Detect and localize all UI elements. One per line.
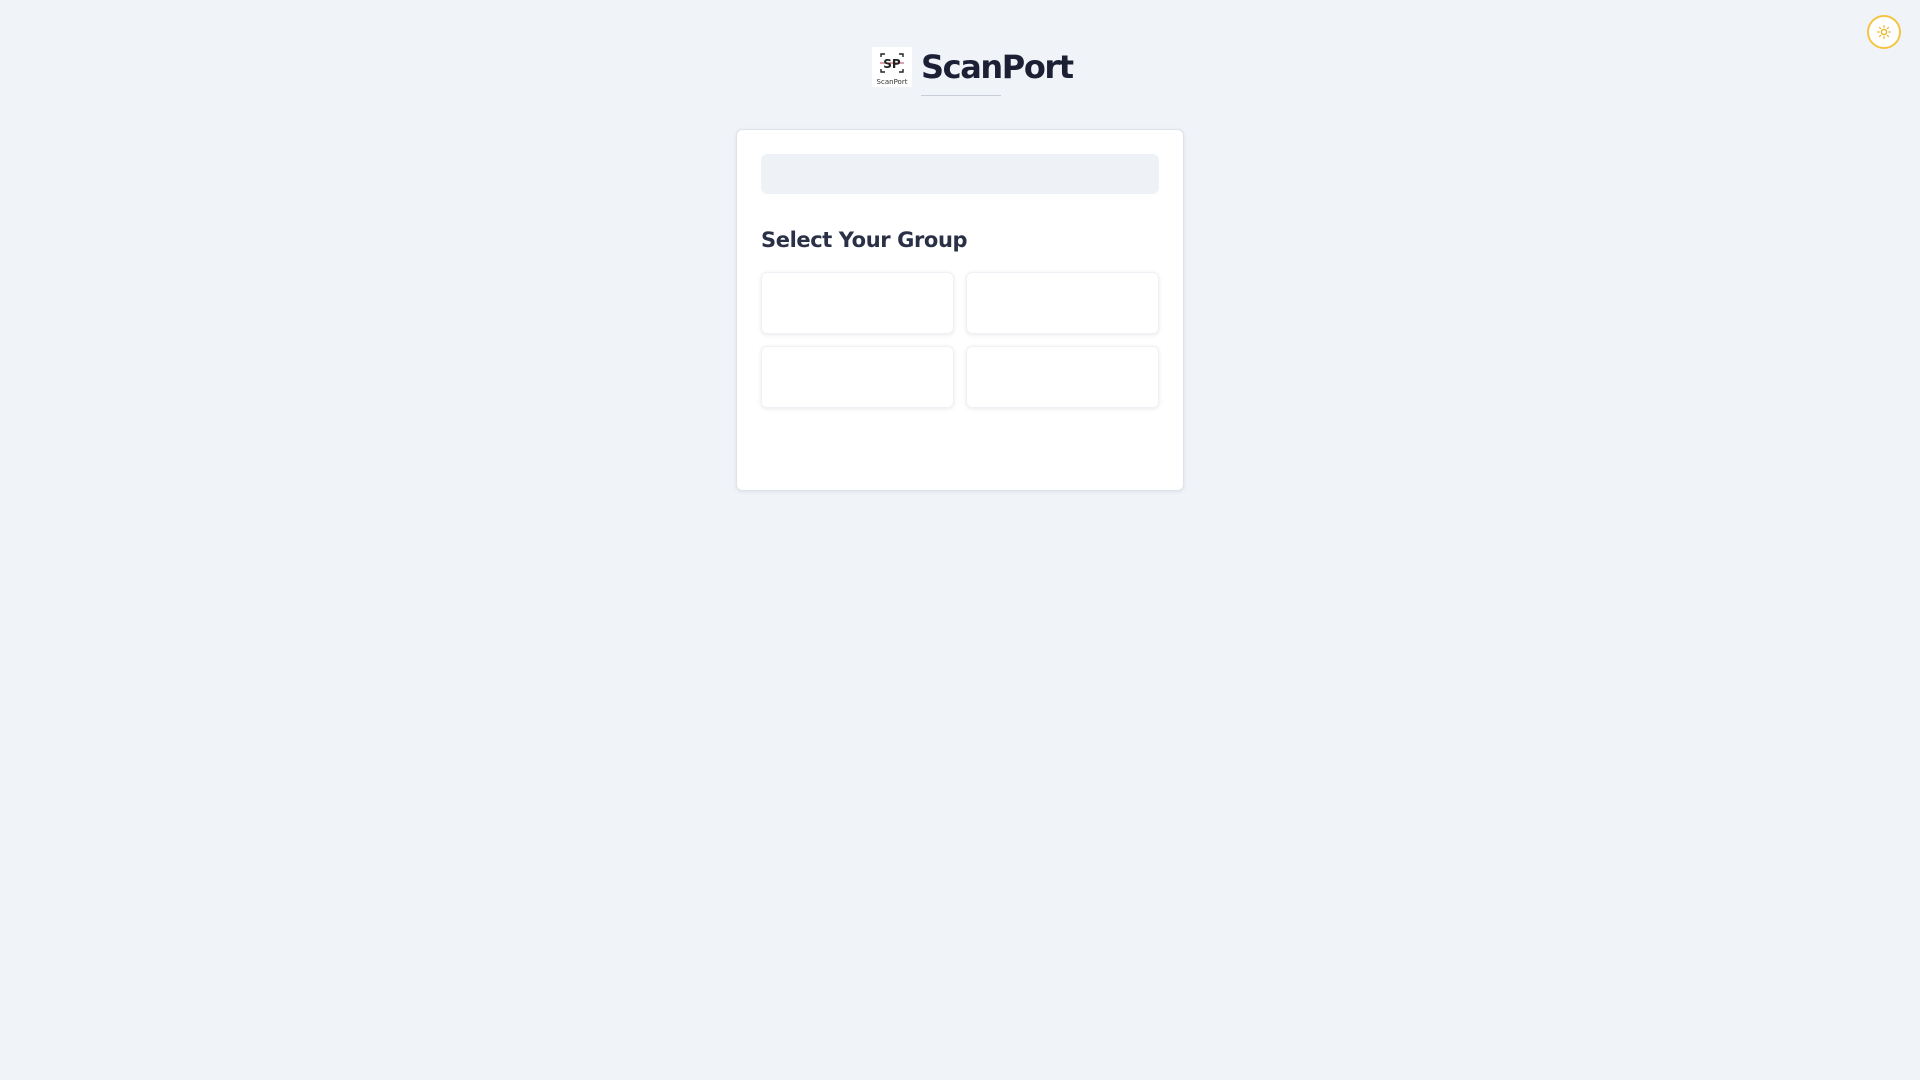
group-option-1[interactable] [761,272,954,334]
section-title: Select Your Group [761,228,968,252]
loading-placeholder-bar [761,154,1159,194]
group-options-grid [761,272,1159,408]
group-selection-card: Select Your Group [736,129,1184,491]
brand-name: ScanPort [921,48,1074,86]
app-logo: SP ScanPort [872,47,912,87]
sun-icon [1877,25,1891,39]
theme-toggle-button[interactable] [1867,15,1901,49]
group-option-3[interactable] [761,346,954,408]
brand-block: ScanPort [921,47,1074,96]
logo-caption: ScanPort [876,78,908,86]
app-header: SP ScanPort ScanPort [872,47,1074,99]
group-option-2[interactable] [966,272,1159,334]
group-option-4[interactable] [966,346,1159,408]
brand-underline [921,95,1001,96]
svg-text:SP: SP [883,57,901,71]
